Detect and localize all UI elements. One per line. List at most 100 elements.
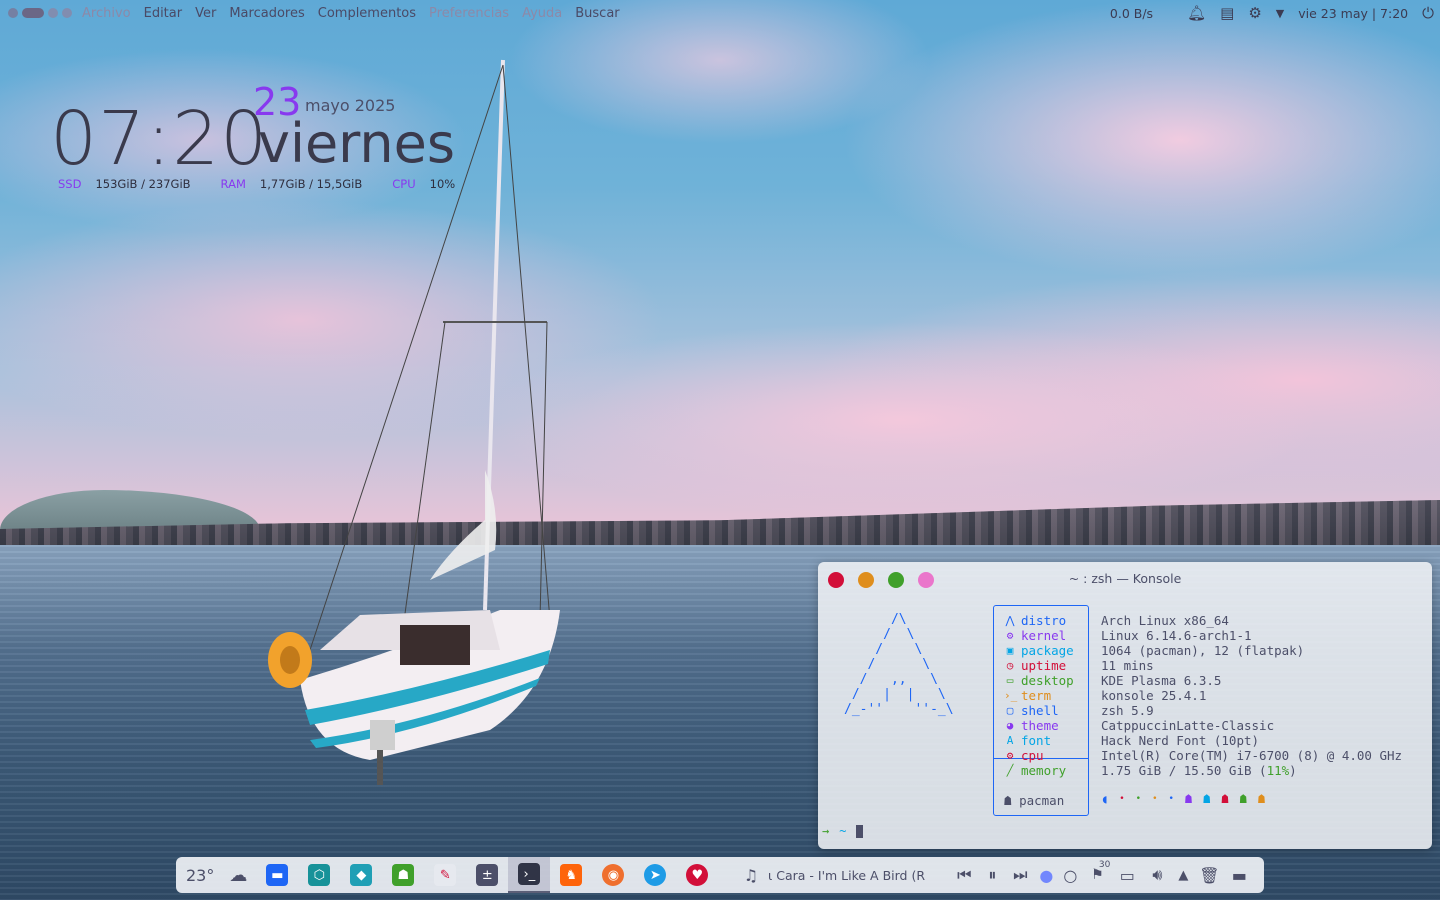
expand-arrow-icon[interactable]: ▼ [1276, 7, 1284, 20]
cpu-label: CPU [392, 177, 416, 191]
shell-icon: ▢ [1006, 704, 1014, 717]
palette-icon: ◕ [1006, 719, 1014, 732]
bottom-dock: 23° ☁ ▬ ⬡ ◆ ☗ ✎ ± ›_ ♞ ◉ ➤ ♥ ♫ ι Cara - … [176, 857, 1264, 893]
firefox-icon: ◉ [602, 864, 625, 886]
show-desktop-icon[interactable]: ▬ [1224, 857, 1254, 893]
ghost-icon: ☗ [1239, 792, 1247, 806]
store-icon: ⬡ [308, 864, 331, 886]
calculator-icon: ± [476, 864, 499, 886]
menu-editar[interactable]: Editar [144, 6, 183, 21]
top-tray: 0.0 B/s 🔔︎ ▤ ⚙ ▼ vie 23 may | 7:20 ⏻ [1110, 0, 1434, 26]
memory-icon: ╱ [1006, 764, 1014, 777]
pellet-icon: • [1135, 794, 1142, 804]
ghost-icon: ☗ [1004, 793, 1012, 808]
dock-file-manager[interactable]: ▬ [256, 857, 298, 893]
pacman-row: ☗ pacman [1004, 793, 1064, 808]
app-menu-icon[interactable] [8, 8, 18, 18]
droplet-icon[interactable]: ● [1034, 857, 1058, 893]
text-cursor [856, 824, 864, 838]
arch-ascii-logo: /\ / \ / \ / \ / ,, \ / | | \ /_-'' ''-_… [844, 612, 954, 717]
media-title[interactable]: ι Cara - I'm Like A Bird (R [768, 868, 925, 883]
power-icon[interactable]: ⏻ [1422, 4, 1434, 22]
fastfetch-key-package: ▣ package [1004, 643, 1074, 658]
prompt-arrow: → [822, 824, 830, 838]
fastfetch-key-uptime: ◷ uptime [1004, 658, 1074, 673]
fastfetch-key-kernel: ⚙ kernel [1004, 628, 1074, 643]
dock-discover[interactable]: ◆ [340, 857, 382, 893]
dock-notes[interactable]: ✎ [424, 857, 466, 893]
notification-bell-icon[interactable]: 🔔︎ [1187, 4, 1206, 22]
ghost-icon: ☗ [1184, 792, 1193, 806]
fastfetch-keys: ⋀ distro ⚙ kernel ▣ package ◷ uptime ▭ desktop ›_ t… [1004, 613, 1074, 778]
ram-value: 1,77GiB / 15,5GiB [259, 177, 363, 191]
menu-ayuda[interactable]: Ayuda [522, 6, 562, 21]
network-speed[interactable]: 0.0 B/s [1110, 6, 1153, 21]
fastfetch-values: Arch Linux x86_64 Linux 6.14.6-arch1-1 106… [1101, 613, 1402, 778]
settings-gear-icon[interactable]: ⚙ [1248, 4, 1261, 22]
media-player-widget[interactable]: ♫ ι Cara - I'm Like A Bird (R [718, 857, 950, 893]
menu-buscar[interactable]: Buscar [575, 6, 619, 21]
fastfetch-key-cpu: ⚙ cpu [1004, 748, 1074, 763]
kernel-gear-icon: ⚙ [1006, 629, 1014, 642]
tray-expand-icon[interactable]: ▲ [1172, 857, 1194, 893]
telegram-icon: ➤ [644, 864, 667, 886]
dock-firefox[interactable]: ◉ [592, 857, 634, 893]
notes-icon: ✎ [434, 864, 457, 886]
dock-terminal[interactable]: ›_ [508, 857, 551, 893]
bag-icon: ◆ [350, 864, 373, 886]
konsole-title: ~ : zsh — Konsole [1068, 571, 1182, 586]
trash-icon[interactable]: 🗑︎ [1194, 857, 1224, 893]
volume-icon[interactable]: 🔊︎ [1142, 857, 1172, 893]
fastfetch-key-label: distro [1021, 613, 1067, 628]
menu-ver[interactable]: Ver [195, 6, 216, 21]
pellet-icon: • [1168, 794, 1174, 804]
fastfetch-key-label: cpu [1021, 748, 1044, 763]
shell-prompt[interactable]: → ~ [822, 824, 864, 838]
window-minimize-button[interactable] [48, 8, 58, 18]
weather-temperature[interactable]: 23° [176, 857, 220, 893]
clock-time: 07:20 [50, 96, 269, 182]
dock-brave[interactable]: ♞ [550, 857, 592, 893]
fastfetch-value-theme: CatppuccinLatte-Classic [1101, 718, 1275, 733]
clipboard-icon[interactable]: ▤ [1220, 4, 1234, 22]
arch-icon: ⋀ [1005, 614, 1015, 627]
menu-preferencias[interactable]: Preferencias [429, 6, 509, 21]
dock-ghost-app[interactable]: ☗ [382, 857, 424, 893]
tray-badge-icon[interactable]: ⚑ 30 [1082, 857, 1112, 893]
color-palette: ◖ • • • • ☗ ☗ ☗ ☗ ☗ [1101, 792, 1265, 806]
dock-music-player[interactable]: ♥ [676, 857, 718, 893]
weather-cloud-icon[interactable]: ☁ [220, 857, 256, 893]
media-next-button[interactable]: ⏭ [1006, 857, 1034, 893]
fastfetch-value-font: Hack Nerd Font (10pt) [1101, 733, 1260, 748]
media-pause-button[interactable]: ⏸ [978, 857, 1006, 893]
dock-software-store[interactable]: ⬡ [298, 857, 340, 893]
terminal-icon: ›_ [518, 863, 541, 885]
menu-marcadores[interactable]: Marcadores [229, 6, 304, 21]
ghost-app-icon: ☗ [392, 864, 415, 886]
pacman-label: pacman [1019, 793, 1065, 808]
memory-percent: 11% [1266, 763, 1290, 778]
brave-icon: ♞ [560, 864, 583, 886]
font-icon: A [1006, 734, 1014, 747]
cpu-chip-icon: ⚙ [1006, 749, 1014, 762]
fastfetch-value-kernel: Linux 6.14.6-arch1-1 [1101, 628, 1252, 643]
menu-archivo[interactable]: Archivo [82, 6, 131, 21]
konsole-window[interactable]: ~ : zsh — Konsole /\ / \ / \ / \ / ,, \ … [818, 562, 1432, 849]
fastfetch-key-label: memory [1021, 763, 1067, 778]
fastfetch-key-desktop: ▭ desktop [1004, 673, 1074, 688]
fastfetch-value-term: konsole 25.4.1 [1101, 688, 1207, 703]
window-maximize-button[interactable] [62, 8, 72, 18]
konsole-titlebar[interactable]: ~ : zsh — Konsole [818, 562, 1432, 596]
menu-complementos[interactable]: Complementos [318, 6, 416, 21]
circle-status-icon[interactable]: ○ [1058, 857, 1082, 893]
window-close-button[interactable] [22, 8, 44, 18]
dock-calculator[interactable]: ± [466, 857, 508, 893]
fastfetch-key-theme: ◕ theme [1004, 718, 1074, 733]
display-icon[interactable]: ▭ [1112, 857, 1142, 893]
fastfetch-key-font: Afont [1004, 733, 1074, 748]
monitor-icon: ▭ [1006, 674, 1014, 687]
media-previous-button[interactable]: ⏮ [950, 857, 978, 893]
dock-telegram[interactable]: ➤ [634, 857, 676, 893]
date-time[interactable]: vie 23 may | 7:20 [1298, 6, 1408, 21]
fastfetch-value-shell: zsh 5.9 [1101, 703, 1154, 718]
